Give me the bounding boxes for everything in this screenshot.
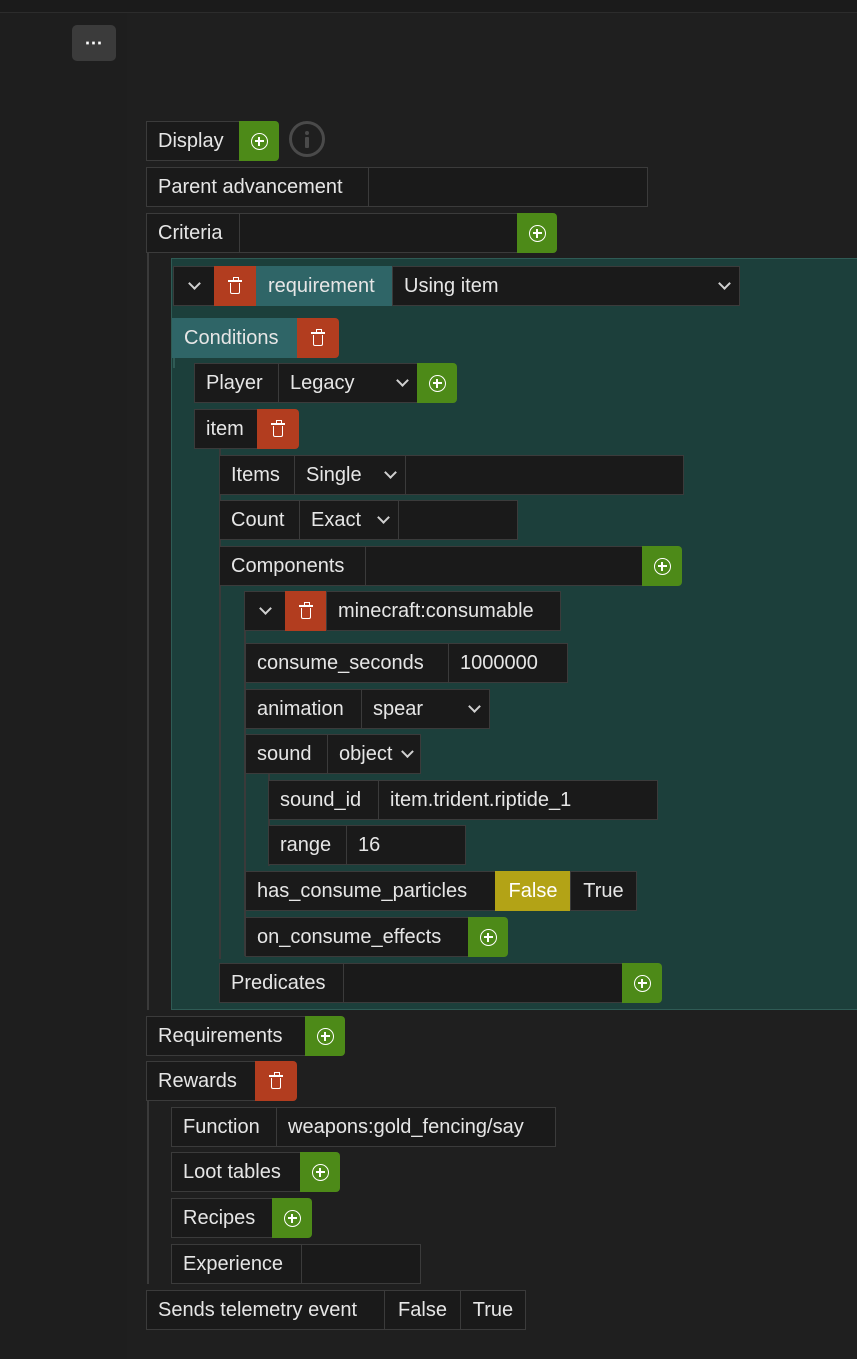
add-component-button[interactable] (642, 546, 682, 586)
criteria-key-input[interactable] (239, 213, 519, 253)
plus-circle-icon (653, 557, 671, 575)
add-player-button[interactable] (417, 363, 457, 403)
count-input[interactable] (398, 500, 518, 540)
delete-rewards-button[interactable] (255, 1061, 297, 1101)
sound-select[interactable]: object (327, 734, 421, 774)
chevron-down-icon (384, 466, 397, 479)
plus-circle-icon (633, 974, 651, 992)
items-input[interactable] (405, 455, 684, 495)
plus-circle-icon (311, 1163, 329, 1181)
conditions-label: Conditions (172, 318, 298, 358)
range-input[interactable]: 16 (346, 825, 466, 865)
trash-icon (299, 602, 313, 620)
delete-criterion-button[interactable] (214, 266, 256, 306)
count-select[interactable]: Exact (299, 500, 399, 540)
plus-circle-icon (528, 224, 546, 242)
top-bar (0, 0, 857, 13)
add-effect-button[interactable] (468, 917, 508, 957)
player-select[interactable]: Legacy (278, 363, 418, 403)
criteria-label: Criteria (146, 213, 240, 253)
display-label: Display (158, 129, 224, 152)
telemetry-true-button[interactable]: True (460, 1290, 526, 1330)
player-label: Player (194, 363, 280, 403)
criteria-indent-line (147, 253, 149, 1010)
collapse-criterion-button[interactable] (173, 266, 215, 306)
requirement-label: requirement (256, 266, 394, 306)
chevron-down-icon (396, 374, 409, 387)
items-label: Items (219, 455, 295, 495)
sound-label: sound (245, 734, 328, 774)
add-predicate-button[interactable] (622, 963, 662, 1003)
delete-component-button[interactable] (285, 591, 327, 631)
display-field: Display (146, 121, 240, 161)
components-label: Components (219, 546, 366, 586)
left-panel (0, 13, 127, 1359)
trash-icon (269, 1072, 283, 1090)
particles-true-button[interactable]: True (570, 871, 637, 911)
trash-icon (311, 329, 325, 347)
more-menu-button[interactable]: ⋯ (72, 25, 116, 61)
experience-label: Experience (171, 1244, 302, 1284)
delete-item-button[interactable] (257, 409, 299, 449)
delete-conditions-button[interactable] (297, 318, 339, 358)
predicates-label: Predicates (219, 963, 344, 1003)
collapse-component-button[interactable] (244, 591, 286, 631)
particles-label: has_consume_particles (245, 871, 496, 911)
requirements-label: Requirements (146, 1016, 306, 1056)
consume-seconds-input[interactable]: 1000000 (448, 643, 568, 683)
rewards-indent-line (147, 1101, 149, 1284)
plus-circle-icon (316, 1027, 334, 1045)
telemetry-false-button[interactable]: False (384, 1290, 461, 1330)
components-key-input[interactable] (365, 546, 643, 586)
consume-seconds-label: consume_seconds (245, 643, 449, 683)
telemetry-label: Sends telemetry event (146, 1290, 385, 1330)
info-icon[interactable] (289, 121, 325, 157)
more-icon: ⋯ (84, 32, 104, 53)
item-label: item (194, 409, 258, 449)
count-label: Count (219, 500, 300, 540)
animation-label: animation (245, 689, 362, 729)
chevron-down-icon (258, 602, 272, 615)
predicates-key-input[interactable] (343, 963, 623, 1003)
add-criterion-button[interactable] (517, 213, 557, 253)
sound-id-label: sound_id (268, 780, 379, 820)
trash-icon (271, 420, 285, 438)
trash-icon (228, 277, 242, 295)
add-display-button[interactable] (239, 121, 279, 161)
particles-false-button[interactable]: False (495, 871, 571, 911)
recipes-label: Recipes (171, 1198, 273, 1238)
plus-circle-icon (479, 928, 497, 946)
effects-label: on_consume_effects (245, 917, 469, 957)
chevron-down-icon (187, 277, 201, 290)
function-label: Function (171, 1107, 277, 1147)
conditions-indent-line (173, 358, 175, 368)
function-input[interactable]: weapons:gold_fencing/say (276, 1107, 556, 1147)
animation-select[interactable]: spear (361, 689, 490, 729)
plus-circle-icon (283, 1209, 301, 1227)
sound-id-input[interactable]: item.trident.riptide_1 (378, 780, 658, 820)
items-select[interactable]: Single (294, 455, 406, 495)
plus-circle-icon (250, 132, 268, 150)
chevron-down-icon (718, 277, 731, 290)
experience-input[interactable] (301, 1244, 421, 1284)
plus-circle-icon (428, 374, 446, 392)
range-label: range (268, 825, 347, 865)
loot-tables-label: Loot tables (171, 1152, 301, 1192)
add-loot-table-button[interactable] (300, 1152, 340, 1192)
parent-advancement-label: Parent advancement (146, 167, 370, 207)
rewards-label: Rewards (146, 1061, 256, 1101)
add-requirement-button[interactable] (305, 1016, 345, 1056)
component-name: minecraft:consumable (326, 591, 561, 631)
requirement-select[interactable]: Using item (392, 266, 740, 306)
parent-advancement-input[interactable] (368, 167, 648, 207)
add-recipe-button[interactable] (272, 1198, 312, 1238)
chevron-down-icon (377, 511, 390, 524)
chevron-down-icon (468, 700, 481, 713)
